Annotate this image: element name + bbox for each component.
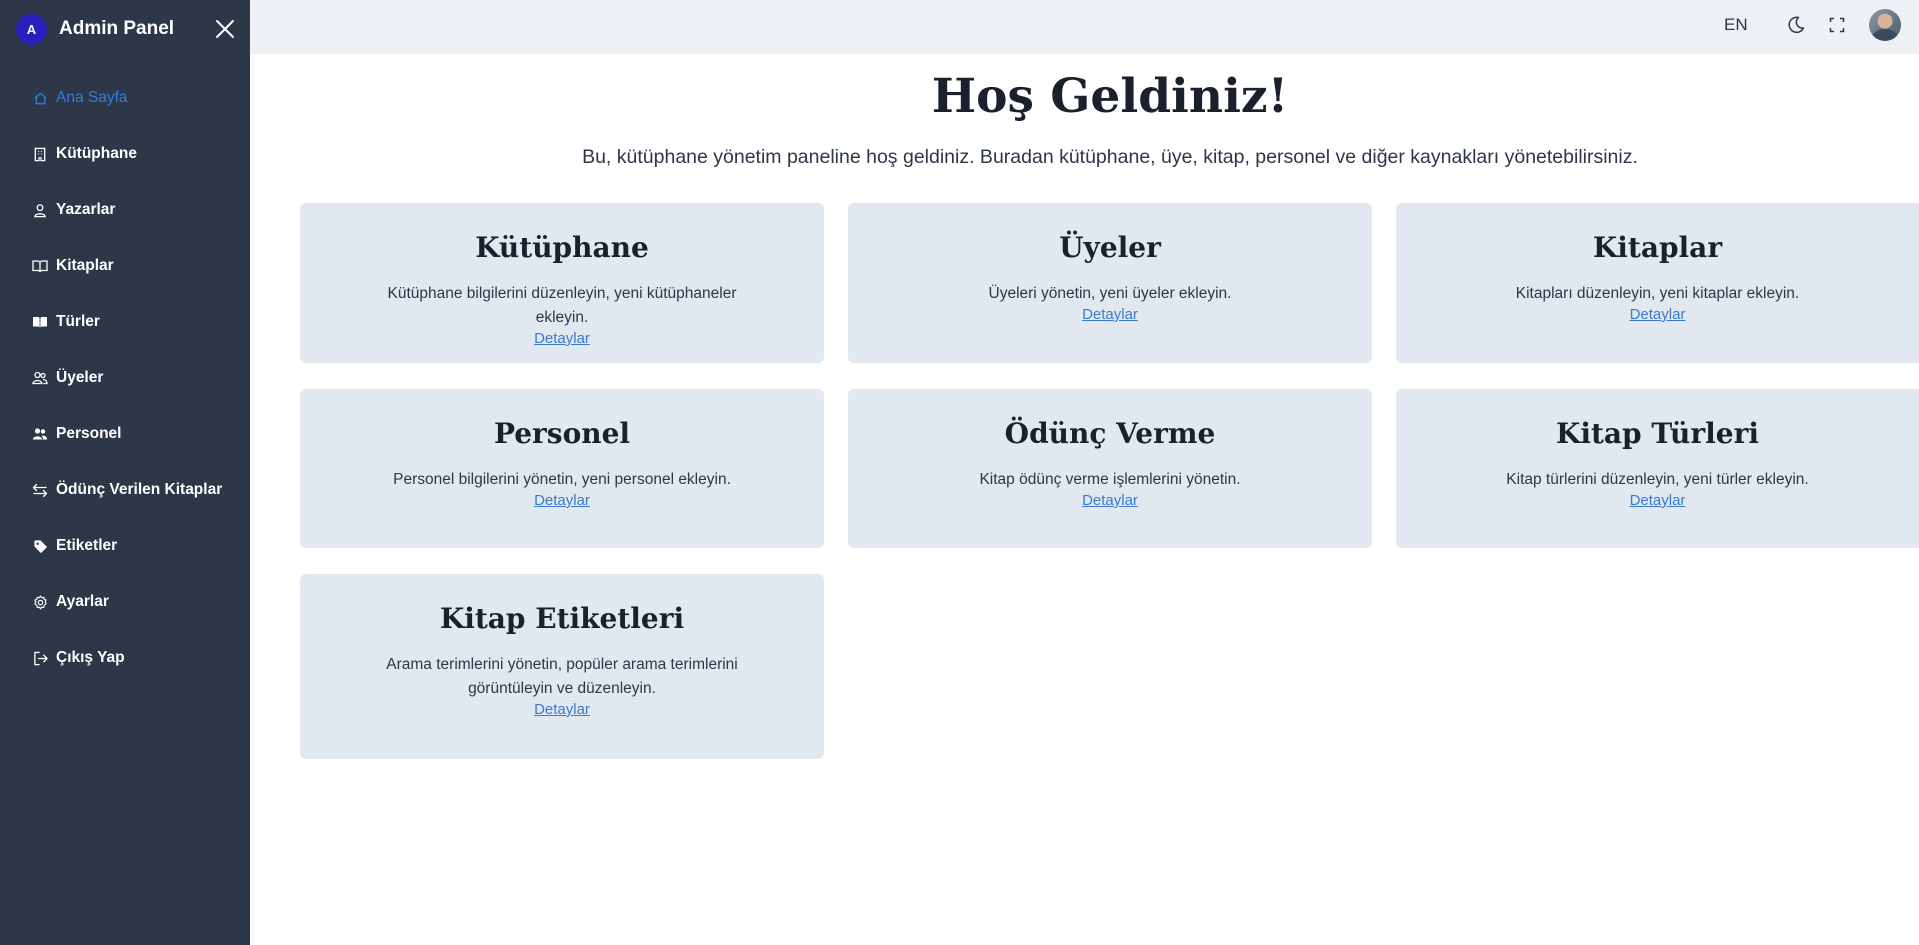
sidebar-item-ana-sayfa[interactable]: Ana Sayfa (0, 78, 250, 118)
card-odunc-verme: Ödünç Verme Kitap ödünç verme işlemlerin… (848, 389, 1372, 548)
card-kitap-turleri: Kitap Türleri Kitap türlerini düzenleyin… (1396, 389, 1919, 548)
sidebar-item-label: Kütüphane (56, 145, 137, 162)
card-title: Kitaplar (1592, 231, 1723, 264)
book-open-icon (32, 258, 48, 274)
gear-icon (32, 594, 48, 610)
users-icon (32, 370, 48, 386)
card-kitaplar: Kitaplar Kitapları düzenleyin, yeni kita… (1396, 203, 1919, 363)
sidebar-item-label: Çıkış Yap (56, 649, 125, 666)
users-filled-icon (32, 426, 48, 442)
card-description: Kütüphane bilgilerini düzenleyin, yeni k… (387, 285, 737, 326)
sidebar-item-label: Yazarlar (56, 201, 116, 218)
card-details-link[interactable]: Detaylar (1630, 492, 1686, 509)
card-title: Kitap Etiketleri (439, 602, 685, 635)
sidebar-item-kutuphane[interactable]: Kütüphane (0, 134, 250, 174)
page-subtitle: Bu, kütüphane yönetim paneline hoş geldi… (582, 146, 1638, 168)
sidebar-item-uyeler[interactable]: Üyeler (0, 358, 250, 398)
card-details-link[interactable]: Detaylar (1082, 306, 1138, 323)
fullscreen-icon[interactable] (1829, 17, 1845, 33)
sidebar-item-label: Türler (56, 313, 100, 330)
card-details-link[interactable]: Detaylar (1630, 306, 1686, 323)
card-personel: Personel Personel bilgilerini yönetin, y… (300, 389, 824, 548)
sidebar-item-ayarlar[interactable]: Ayarlar (0, 582, 250, 622)
language-switcher[interactable]: EN (1724, 15, 1748, 35)
sidebar-title: Admin Panel (59, 18, 175, 39)
card-description: Kitap türlerini düzenleyin, yeni türler … (1506, 471, 1809, 488)
sidebar-item-label: Etiketler (56, 537, 118, 554)
sidebar-item-personel[interactable]: Personel (0, 414, 250, 454)
main-content: Hoş Geldiniz! Bu, kütüphane yönetim pane… (250, 54, 1919, 945)
user-icon (32, 202, 48, 218)
card-kitap-etiketleri: Kitap Etiketleri Arama terimlerini yönet… (300, 574, 824, 759)
close-icon[interactable] (214, 18, 236, 40)
card-description: Personel bilgilerini yönetin, yeni perso… (393, 471, 731, 488)
card-title: Kitap Türleri (1556, 417, 1759, 450)
page-title: Hoş Geldiniz! (931, 69, 1289, 124)
top-bar (250, 0, 1919, 54)
card-description: Kitap ödünç verme işlemlerini yönetin. (979, 471, 1241, 488)
card-description: Üyeleri yönetin, yeni üyeler ekleyin. (988, 285, 1232, 302)
moon-icon[interactable] (1786, 15, 1806, 35)
sidebar-item-turler[interactable]: Türler (0, 302, 250, 342)
sidebar-item-label: Ödünç Verilen Kitaplar (56, 481, 223, 498)
avatar[interactable] (1869, 9, 1901, 41)
sidebar-item-kitaplar[interactable]: Kitaplar (0, 246, 250, 286)
card-details-link[interactable]: Detaylar (534, 701, 590, 718)
sidebar-item-label: Ayarlar (56, 593, 109, 610)
sidebar-item-cikis-yap[interactable]: Çıkış Yap (0, 638, 250, 678)
sidebar-item-label: Üyeler (56, 369, 104, 386)
tag-icon (32, 538, 48, 554)
sidebar-header: A Admin Panel (0, 0, 250, 58)
card-details-link[interactable]: Detaylar (534, 330, 590, 347)
sidebar-item-label: Kitaplar (56, 257, 114, 274)
logout-icon (32, 650, 48, 666)
card-title: Personel (493, 417, 631, 450)
card-uyeler: Üyeler Üyeleri yönetin, yeni üyeler ekle… (848, 203, 1372, 363)
brand-logo: A (16, 13, 47, 45)
sidebar-item-label: Ana Sayfa (56, 89, 128, 106)
card-description: Kitapları düzenleyin, yeni kitaplar ekle… (1515, 285, 1800, 302)
sidebar-item-odunc-verilen-kitaplar[interactable]: Ödünç Verilen Kitaplar (0, 470, 250, 510)
building-icon (32, 146, 48, 162)
home-icon (32, 90, 48, 106)
sidebar-item-etiketler[interactable]: Etiketler (0, 526, 250, 566)
card-details-link[interactable]: Detaylar (534, 492, 590, 509)
sidebar-item-yazarlar[interactable]: Yazarlar (0, 190, 250, 230)
sidebar: A Admin Panel Ana Sayfa Kütüphane Yazarl… (0, 0, 250, 945)
card-description: Arama terimlerini yönetin, popüler arama… (386, 656, 738, 697)
card-title: Üyeler (1059, 231, 1161, 264)
card-title: Kütüphane (475, 231, 649, 264)
card-details-link[interactable]: Detaylar (1082, 492, 1138, 509)
card-title: Ödünç Verme (1004, 417, 1216, 450)
card-kutuphane: Kütüphane Kütüphane bilgilerini düzenley… (300, 203, 824, 363)
sidebar-item-label: Personel (56, 425, 122, 442)
swap-arrows-icon (32, 482, 48, 498)
book-filled-icon (32, 314, 48, 330)
